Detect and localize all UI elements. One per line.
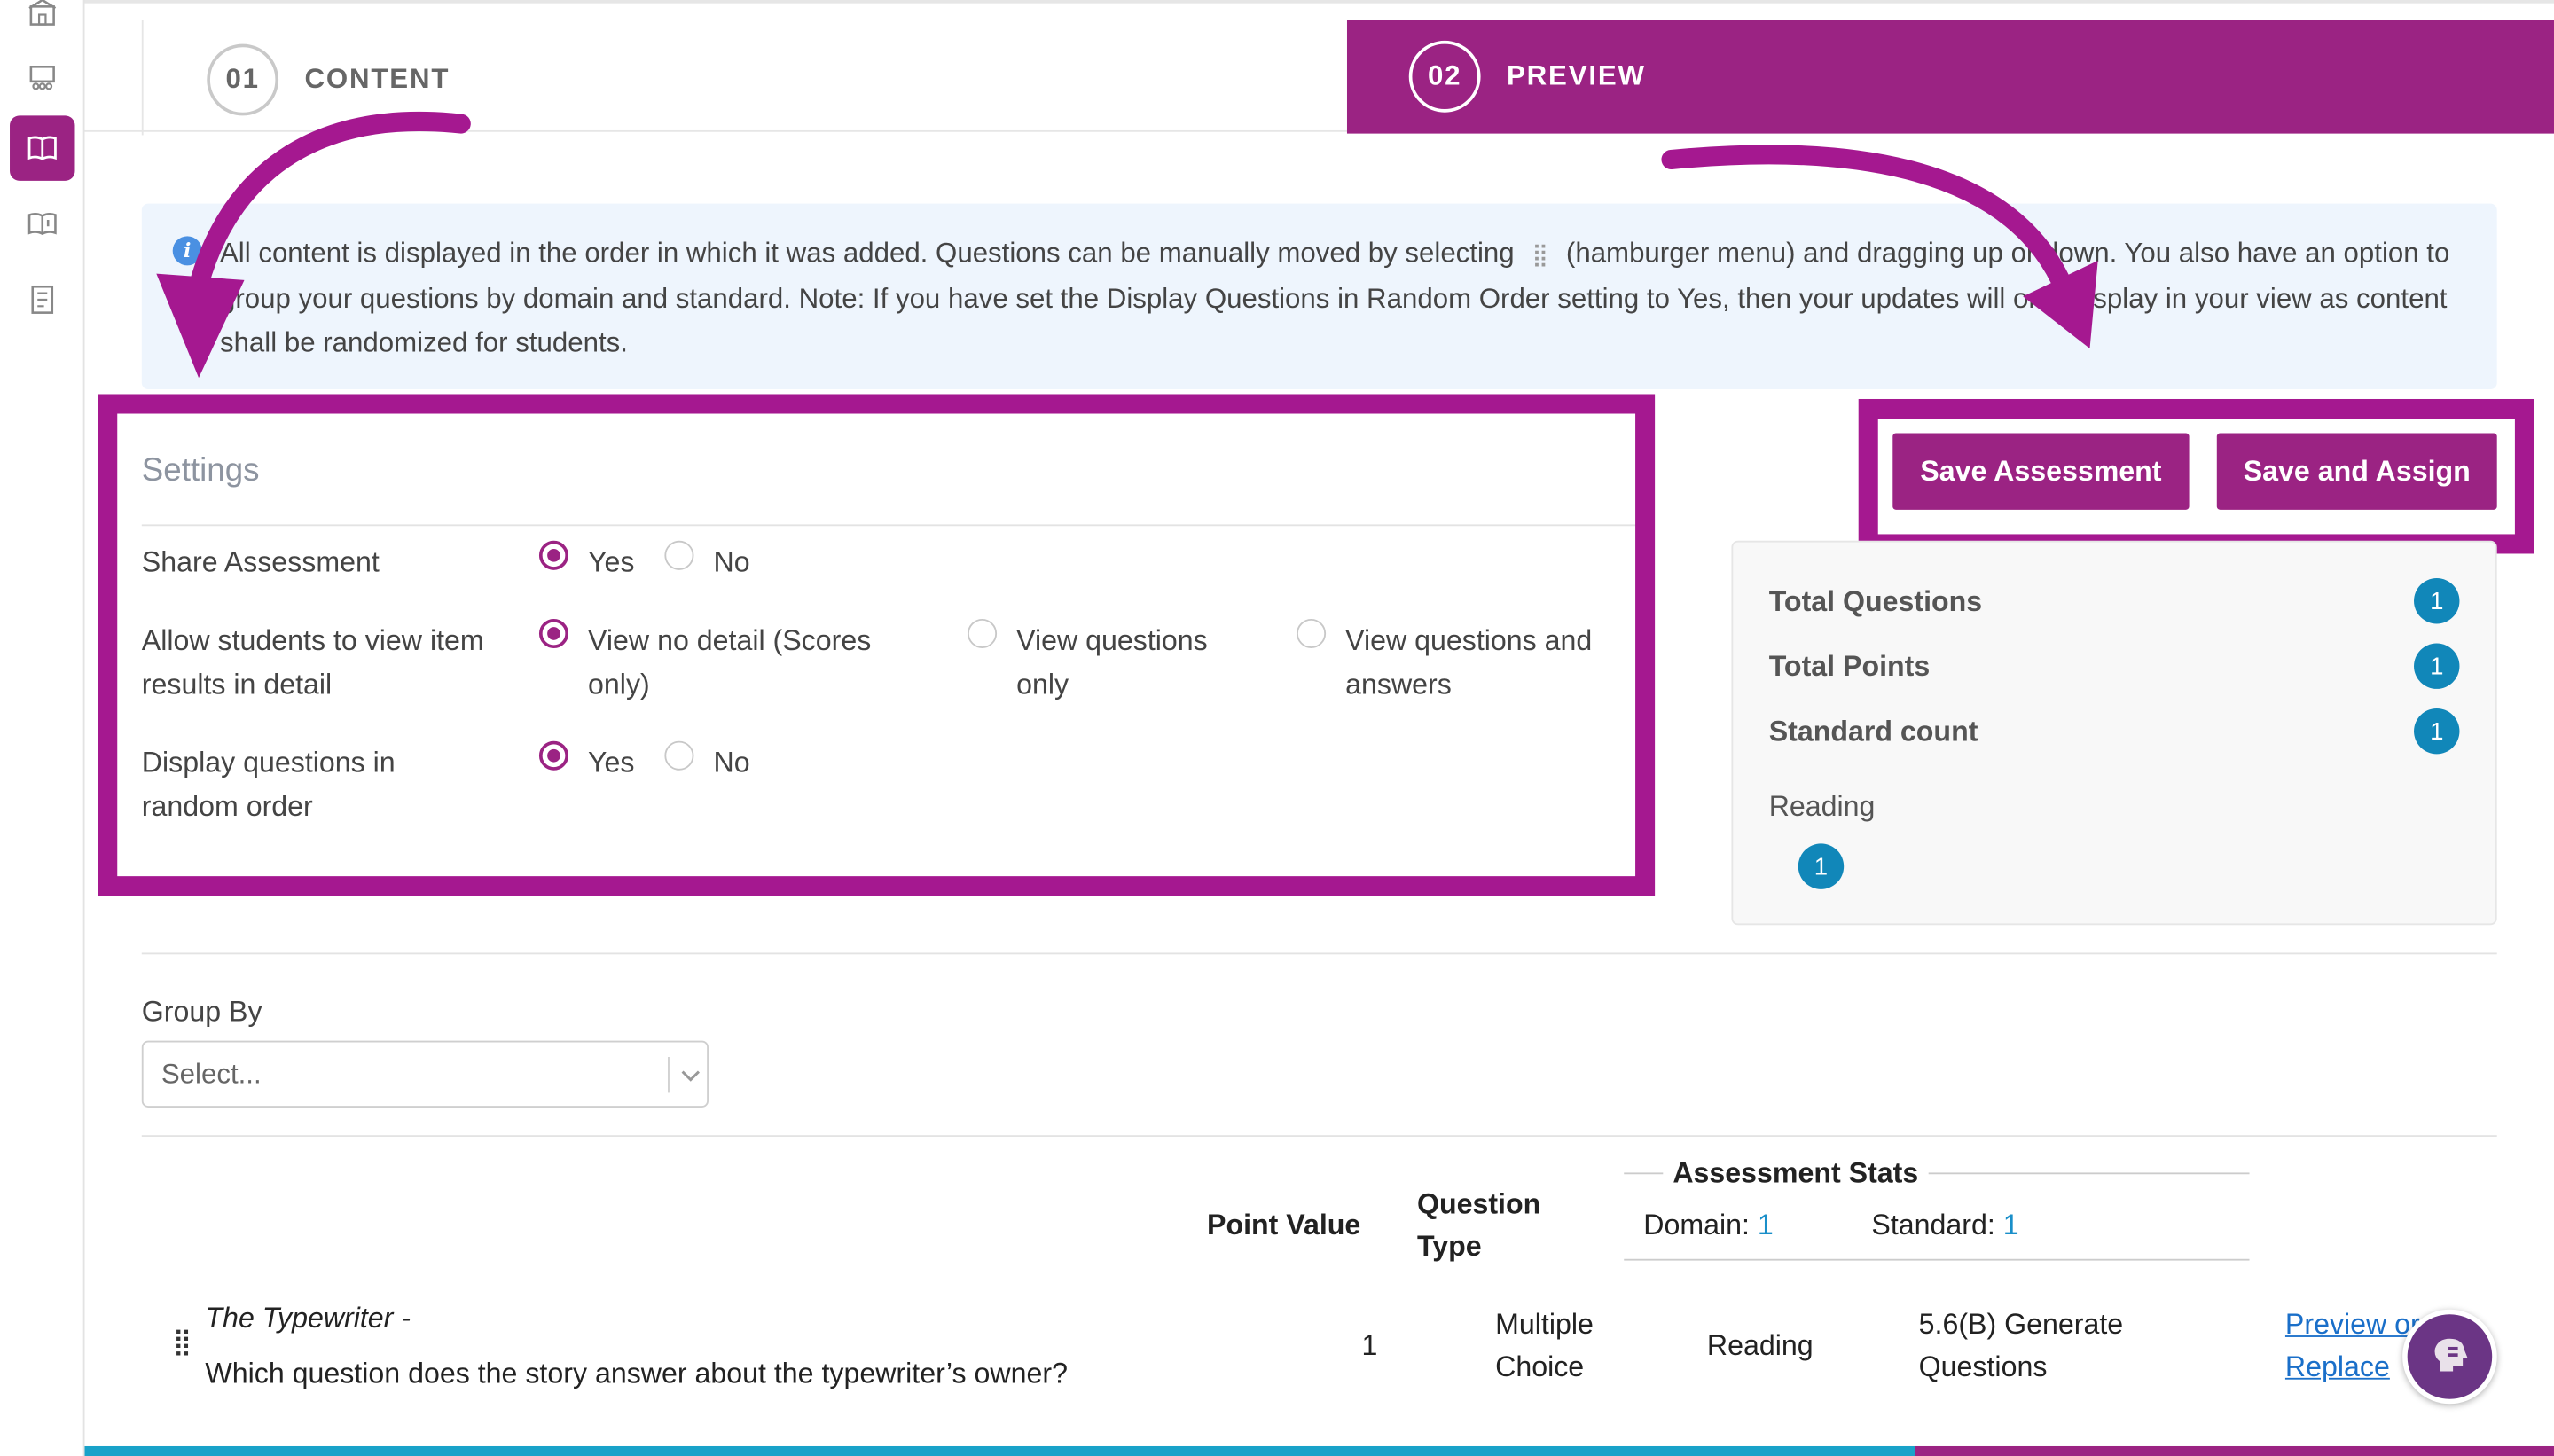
report-document-icon[interactable]: [10, 267, 74, 332]
reading-count-badge: 1: [1798, 843, 1845, 889]
total-questions-badge: 1: [2414, 578, 2460, 624]
reading-book-icon[interactable]: [10, 191, 74, 255]
step-divider: [141, 20, 144, 136]
help-chat-button[interactable]: [2402, 1309, 2497, 1405]
question-standard: 5.6(B) Generate Questions: [1918, 1307, 2124, 1383]
total-points-badge: 1: [2414, 643, 2460, 689]
standard-stat: Standard: 1: [1871, 1203, 2018, 1246]
section-divider: [141, 952, 2497, 955]
buttons-highlight-box: [1858, 398, 2534, 554]
stats-panel: Total Questions 1 Total Points 1 Standar…: [1731, 540, 2497, 926]
chevron-down-icon[interactable]: [678, 1059, 703, 1092]
question-domain: Reading: [1706, 1328, 1814, 1362]
domain-stat: Domain: 1: [1643, 1203, 1774, 1246]
info-text-start: All content is displayed in the order in…: [219, 238, 1515, 270]
point-value-header: Point Value: [1207, 1208, 1361, 1241]
question-type-header: Question Type: [1416, 1186, 1541, 1263]
drag-handle-icon[interactable]: ⣿: [173, 1324, 192, 1363]
reading-domain-label: Reading: [1768, 789, 1876, 823]
select-separator: [668, 1057, 670, 1093]
standard-count-label: Standard count: [1768, 715, 1978, 748]
step-tabs: 01 CONTENT 02 PREVIEW: [84, 0, 2554, 136]
standard-stat-value: 1: [2002, 1208, 2019, 1241]
group-by-placeholder: Select...: [161, 1058, 262, 1090]
step-number-circle: 01: [207, 43, 279, 116]
bottom-bar: [84, 1445, 1916, 1456]
assessment-stats-header: Assessment Stats Domain: 1 Standard: 1: [1624, 1156, 2250, 1261]
assessment-book-icon[interactable]: [10, 115, 75, 181]
step-label: CONTENT: [304, 63, 450, 95]
help-head-icon: [2434, 1338, 2468, 1372]
group-by-label: Group By: [141, 995, 262, 1028]
question-points: 1: [1361, 1328, 1378, 1362]
classroom-icon[interactable]: [10, 45, 74, 110]
left-sidebar: [0, 0, 85, 1456]
tab-preview-step[interactable]: 02 PREVIEW: [1346, 20, 2554, 134]
question-type: Multiple Choice: [1495, 1307, 1594, 1383]
standard-stat-label: Standard:: [1871, 1208, 1995, 1241]
step-number-circle: 02: [1408, 40, 1481, 113]
section-divider: [141, 1135, 2497, 1138]
group-by-select[interactable]: Select...: [141, 1040, 709, 1108]
standard-count-badge: 1: [2414, 708, 2460, 755]
tab-content-step[interactable]: 01 CONTENT: [207, 43, 450, 116]
info-icon: i: [172, 236, 202, 266]
settings-highlight-box: [98, 394, 1656, 896]
hamburger-drag-icon: ⣿: [1532, 240, 1549, 268]
school-icon[interactable]: [10, 0, 74, 45]
passage-title: The Typewriter -: [205, 1301, 411, 1335]
domain-stat-label: Domain:: [1643, 1208, 1750, 1241]
question-text: Which question does the story answer abo…: [205, 1356, 1068, 1389]
total-points-label: Total Points: [1768, 649, 1931, 683]
total-questions-label: Total Questions: [1768, 584, 1983, 618]
info-banner: i All content is displayed in the order …: [141, 203, 2497, 389]
bottom-bar-accent: [1915, 1445, 2554, 1456]
assessment-stats-title: Assessment Stats: [1663, 1156, 1929, 1191]
domain-stat-value: 1: [1757, 1208, 1774, 1241]
step-label: PREVIEW: [1506, 59, 1646, 91]
